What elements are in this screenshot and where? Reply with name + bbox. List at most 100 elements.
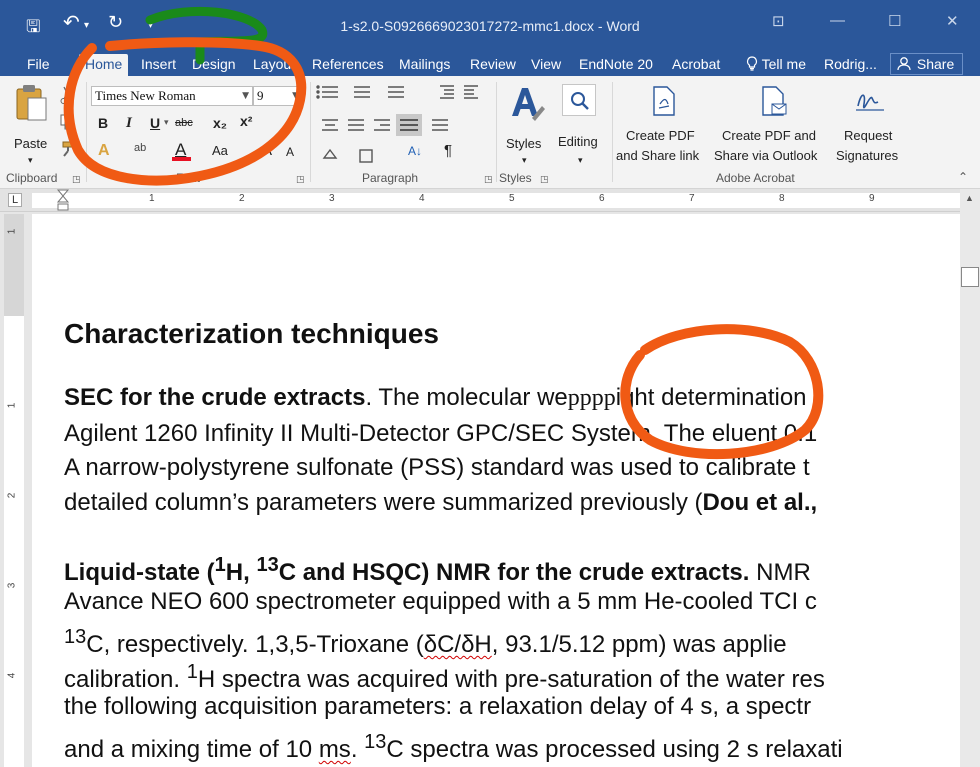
text-run: H spectra was acquired with pre-saturati… (197, 666, 825, 693)
document-page[interactable]: Characterization techniques SEC for the … (32, 214, 960, 767)
copy-icon[interactable] (60, 114, 74, 130)
highlight-button[interactable]: ab (134, 142, 146, 154)
font-color-swatch (172, 157, 191, 161)
paragraph-sec-line-2: Agilent 1260 Infinity II Multi-Detector … (64, 420, 818, 447)
spelling-flagged-run[interactable]: ms (319, 736, 351, 763)
ruler-number: 3 (329, 193, 335, 204)
tab-file[interactable]: File (27, 54, 50, 76)
tab-review[interactable]: Review (470, 54, 516, 76)
paste-dropdown-icon: ▾ (28, 155, 33, 165)
ruler-number: 1 (149, 193, 155, 204)
paragraph-controls-icon[interactable] (314, 82, 490, 166)
request-signatures-button[interactable]: Request Signatures (834, 82, 910, 168)
scroll-up-icon[interactable]: ▲ (965, 193, 974, 203)
paragraph-launcher-icon[interactable]: ◳ (484, 174, 493, 185)
bold-run: SEC for the crude extracts (64, 384, 366, 411)
ribbon-display-options-icon[interactable]: ⊡ (772, 12, 785, 30)
bold-button[interactable]: B (98, 115, 108, 131)
tell-me-search[interactable]: Tell me (746, 54, 806, 76)
font-size-value: 9 (257, 88, 264, 103)
ruler-number: 4 (419, 193, 425, 204)
ribbon-tabs: File Home Insert Design Layout Reference… (0, 52, 980, 76)
sort-button[interactable]: A↓ (408, 144, 422, 158)
ruler-number: 1 (6, 228, 18, 235)
superscript-run: 13 (64, 626, 87, 648)
group-divider (310, 82, 311, 182)
scroll-thumb[interactable] (961, 267, 979, 287)
collapse-ribbon-icon[interactable]: ⌃ (958, 170, 968, 184)
editing-button[interactable]: Editing ▾ (556, 82, 608, 168)
create-pdf-outlook-button[interactable]: Create PDF and Share via Outlook (712, 82, 832, 168)
vertical-scrollbar[interactable]: ▲ (960, 189, 980, 767)
shrink-font-button[interactable]: A (286, 145, 294, 159)
italic-button[interactable]: I (126, 115, 132, 132)
request-label-2: Signatures (836, 148, 899, 163)
word-window: 🖫 ↶ ▾ ↻ ▾ 1-s2.0-S0926669023017272-mmc1.… (0, 0, 980, 767)
strikethrough-button[interactable]: abc (175, 117, 193, 129)
paragraph-group-label: Paragraph (362, 171, 419, 185)
subscript-button[interactable]: x₂ (213, 115, 227, 131)
share-button[interactable]: Share (890, 53, 964, 75)
change-case-button[interactable]: Aa (212, 143, 228, 158)
tab-view[interactable]: View (531, 54, 561, 76)
text-run: NMR (749, 559, 811, 586)
create-pdf-label-1: Create PDF (626, 128, 695, 143)
bold-run: Liquid-state ( (64, 559, 215, 586)
font-launcher-icon[interactable]: ◳ (296, 174, 305, 185)
text-run: . (350, 736, 365, 763)
indent-marker-icon[interactable] (56, 189, 70, 215)
ruler-number: 4 (6, 672, 18, 679)
tab-design[interactable]: Design (192, 54, 236, 76)
underline-dropdown-icon[interactable]: ▾ (164, 117, 169, 128)
tab-stop-selector[interactable]: L (8, 193, 23, 207)
tab-endnote[interactable]: EndNote 20 (579, 54, 653, 76)
superscript-run: 13 (256, 554, 279, 576)
font-color-button[interactable]: A (172, 140, 192, 162)
bold-run: H, (225, 559, 257, 586)
ruler-number: 2 (6, 492, 18, 499)
tab-mailings[interactable]: Mailings (399, 54, 450, 76)
tab-acrobat[interactable]: Acrobat (672, 54, 720, 76)
horizontal-ruler: L 1 2 3 4 5 6 7 8 9 (0, 189, 980, 212)
editing-label: Editing (558, 134, 598, 149)
text-run: detailed column’s parameters were summar… (64, 489, 703, 516)
chevron-down-icon: ▼ (242, 91, 249, 101)
spelling-flagged-run[interactable]: δC/δH (424, 631, 492, 658)
clipboard-icon (16, 85, 47, 121)
request-label-1: Request (844, 128, 893, 143)
tab-references[interactable]: References (312, 54, 384, 76)
font-size-combo[interactable]: 9 ▼ (253, 86, 303, 106)
serif-text-run: pppp (567, 385, 616, 411)
user-account[interactable]: Rodrig... (824, 54, 877, 76)
font-name-combo[interactable]: Times New Roman ▼ (91, 86, 253, 106)
styles-button[interactable]: Styles ▾ (502, 82, 552, 168)
tab-insert[interactable]: Insert (141, 54, 176, 76)
close-button[interactable]: ✕ (946, 12, 959, 30)
chevron-down-icon: ▾ (578, 155, 583, 165)
create-pdf-label-2: and Share link (616, 148, 700, 163)
create-pdf-share-link-button[interactable]: Create PDF and Share link (614, 82, 712, 168)
show-formatting-button[interactable]: ¶ (444, 142, 452, 159)
cut-icon[interactable] (60, 86, 74, 104)
styles-label: Styles (506, 136, 542, 151)
search-icon (571, 92, 589, 110)
group-divider (86, 82, 87, 182)
clipboard-launcher-icon[interactable]: ◳ (72, 174, 81, 185)
text-effects-button[interactable]: A (98, 142, 110, 160)
styles-launcher-icon[interactable]: ◳ (540, 174, 549, 185)
maximize-button[interactable]: ☐ (888, 12, 901, 30)
superscript-run: 13 (364, 731, 387, 753)
editing-icon-frame (562, 84, 596, 116)
ruler-number: 5 (509, 193, 515, 204)
grow-font-button[interactable]: A (262, 142, 272, 159)
styles-icon (512, 88, 545, 121)
format-painter-icon[interactable] (60, 141, 76, 157)
tab-home[interactable]: Home (79, 54, 129, 76)
paste-button[interactable]: Paste ▾ (10, 82, 54, 165)
superscript-button[interactable]: x² (240, 113, 252, 129)
styles-group-label: Styles (499, 171, 532, 185)
minimize-button[interactable]: — (830, 12, 845, 29)
tab-layout[interactable]: Layout (253, 54, 295, 76)
underline-button[interactable]: U (150, 115, 160, 131)
superscript-run: 1 (214, 554, 226, 576)
